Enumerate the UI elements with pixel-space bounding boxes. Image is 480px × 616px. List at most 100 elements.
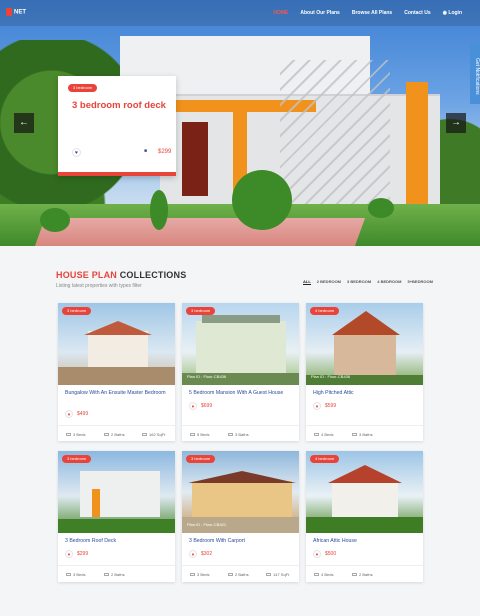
plan-id: Plan ID : Floor-CB421 [187,522,227,527]
nav-links: HOME About Our Plans Browse All Plans Co… [273,10,462,16]
hero-listing-title[interactable]: 3 bedroom roof deck [72,100,168,111]
bedroom-badge: 3 bedroom [62,307,92,315]
card-divider [182,565,299,566]
beds-stat: 3 Beds [66,432,85,437]
hero-house-column [406,82,428,208]
area-icon [266,573,271,577]
card-divider [182,425,299,426]
slider-next-button[interactable]: → [446,113,466,133]
listing-price: $699 [201,403,213,409]
login-label: Login [448,10,462,16]
slider-prev-button[interactable]: ← [14,113,34,133]
bedroom-badge: 3 bedroom [186,455,216,463]
heart-icon[interactable]: ♥ [72,148,81,157]
listing-image[interactable]: 3 bedroom Plan ID : Floor-CB421 [182,451,299,533]
heart-icon[interactable]: ♥ [189,550,197,558]
bath-icon [104,573,109,577]
price-tag-icon: ■ [144,148,148,154]
heart-icon[interactable]: ♥ [313,550,321,558]
bed-icon [66,573,71,577]
bedroom-badge: 4 bedroom [310,307,340,315]
filter-3-bedroom[interactable]: 3 BEDROOM [347,279,371,285]
baths-stat: 2 Baths [352,572,373,577]
listing-title[interactable]: 3 Bedroom With Carport [189,537,293,545]
baths-stat: 2 Baths [228,572,249,577]
beds-stat: 4 Beds [314,432,333,437]
arrow-left-icon: ← [19,117,29,128]
filter-4-bedroom[interactable]: 4 BEDROOM [377,279,401,285]
bed-icon [66,433,71,437]
nav-link-about[interactable]: About Our Plans [300,10,339,16]
card-divider [58,565,175,566]
top-navbar: NET HOME About Our Plans Browse All Plan… [0,0,480,26]
listing-price: $499 [77,411,89,417]
beds-stat: 4 Beds [314,572,333,577]
card-divider [306,425,423,426]
bath-icon [228,573,233,577]
listing-price: $500 [325,551,337,557]
bedroom-badge: 3 bedroom [186,307,216,315]
listing-price: $302 [201,551,213,557]
plan-id: Plan ID : Floor-CB436 [311,374,351,379]
baths-stat: 2 Baths [104,432,125,437]
bed-icon [190,573,195,577]
hero-bush [368,198,394,218]
hero-bush [232,170,292,230]
hero-bush [150,190,168,230]
listing-card[interactable]: 4 bedroom Plan ID : Floor-CB436 High Pit… [306,303,423,441]
bed-icon [314,433,319,437]
section-subtitle: Listing latest properties with types fil… [56,283,142,289]
filter-5-bedroom[interactable]: 5+BEDROOM [407,279,432,285]
hero-listing-card[interactable]: 3 bedroom 3 bedroom roof deck ♥ ■ $299 [58,76,176,176]
bed-icon [314,573,319,577]
listing-price: $599 [325,403,337,409]
listing-image[interactable]: 3 bedroom [58,451,175,533]
filter-tabs: ALL 2 BEDROOM 3 BEDROOM 4 BEDROOM 5+BEDR… [303,279,433,285]
listing-image[interactable]: 4 bedroom [306,451,423,533]
bath-icon [228,433,233,437]
listing-title[interactable]: 3 Bedroom Roof Deck [65,537,169,545]
area-stat: 162 SqFt [142,432,165,437]
heart-icon[interactable]: ♥ [65,410,73,418]
bed-icon [190,433,195,437]
listing-card[interactable]: 4 bedroom African Attic House ♥ $500 4 B… [306,451,423,582]
hero-price: $299 [158,149,172,155]
bath-icon [104,433,109,437]
hero-house-stairs [280,60,390,210]
listing-card[interactable]: 3 bedroom Plan ID : Floor-CB421 3 Bedroo… [182,451,299,582]
listing-title[interactable]: High Pitched Attic [313,389,417,397]
hero-path [34,218,366,246]
card-divider [58,425,175,426]
listing-title[interactable]: 5 Bedroom Mansion With A Guest House [189,389,293,397]
hero-bedroom-badge: 3 bedroom [68,84,98,92]
get-notifications-tab[interactable]: Get Notifications [470,44,480,104]
listing-card[interactable]: 3 bedroom Bungalow With An Ensuite Maste… [58,303,175,441]
bedroom-badge: 3 bedroom [62,455,92,463]
beds-stat: 3 Beds [190,572,209,577]
listing-title[interactable]: African Attic House [313,537,417,545]
site-logo[interactable]: NET [6,8,26,16]
area-icon [142,433,147,437]
filter-2-bedroom[interactable]: 2 BEDROOM [317,279,341,285]
hero-house-door [182,122,208,196]
nav-link-browse[interactable]: Browse All Plans [352,10,392,16]
baths-stat: 3 Baths [228,432,249,437]
listing-title[interactable]: Bungalow With An Ensuite Master Bedroom [65,389,169,397]
listing-image[interactable]: 4 bedroom Plan ID : Floor-CB436 [306,303,423,385]
section-title: HOUSE PLAN COLLECTIONS [56,270,187,280]
area-stat: 147 SqFt [266,572,289,577]
listing-image[interactable]: 3 bedroom Plan ID : Floor-CB436 [182,303,299,385]
baths-stat: 3 Baths [352,432,373,437]
listing-card[interactable]: 3 bedroom 3 Bedroom Roof Deck ♥ $299 3 B… [58,451,175,582]
nav-link-contact[interactable]: Contact Us [404,10,430,16]
filter-all[interactable]: ALL [303,279,311,285]
heart-icon[interactable]: ♥ [65,550,73,558]
nav-link-home[interactable]: HOME [273,10,288,16]
heart-icon[interactable]: ♥ [313,402,321,410]
listing-card[interactable]: 3 bedroom Plan ID : Floor-CB436 5 Bedroo… [182,303,299,441]
listing-image[interactable]: 3 bedroom [58,303,175,385]
nav-link-login[interactable]: ◉ Login [443,10,462,16]
hero-bush [40,208,70,232]
listing-price: $299 [77,551,89,557]
heart-icon[interactable]: ♥ [189,402,197,410]
